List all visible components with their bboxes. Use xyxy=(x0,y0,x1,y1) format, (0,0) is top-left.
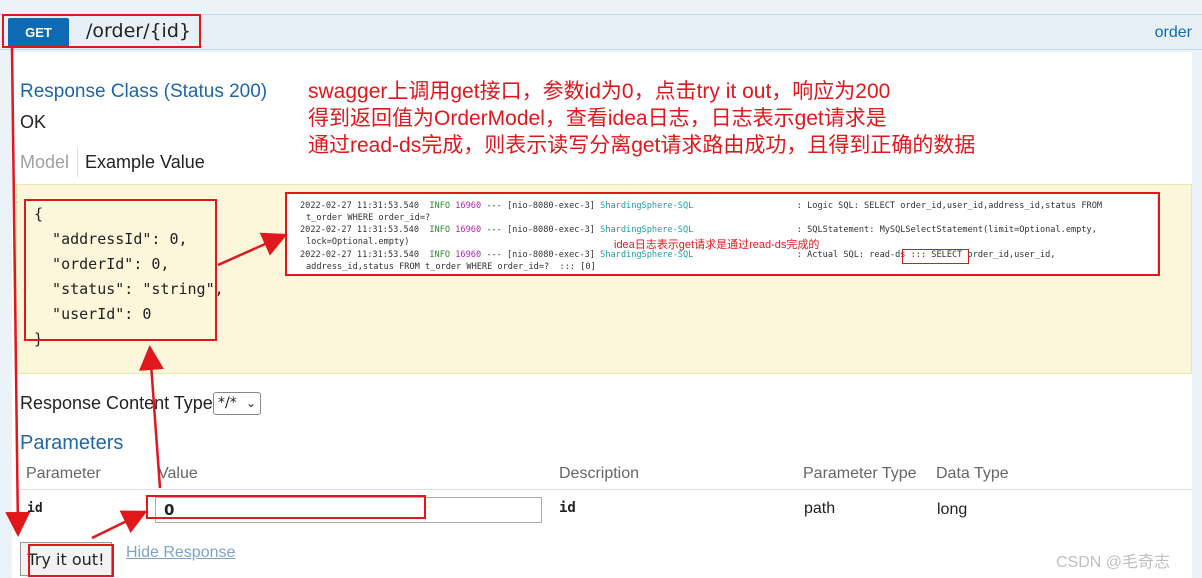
param-type: path xyxy=(804,500,836,517)
value-highlight-box xyxy=(146,495,426,519)
table-header-divider xyxy=(20,489,1192,490)
response-class-title: Response Class (Status 200) xyxy=(20,81,268,102)
tab-divider xyxy=(77,147,78,177)
tab-example-value[interactable]: Example Value xyxy=(85,152,205,173)
annotation-text: swagger上调用get接口，参数id为0，点击try it out，响应为2… xyxy=(308,78,975,159)
parameters-title: Parameters xyxy=(20,432,124,454)
param-name: id xyxy=(27,501,43,516)
chevron-down-icon: ⌄ xyxy=(245,396,256,410)
json-highlight-box xyxy=(24,199,217,341)
param-description: id xyxy=(559,500,576,516)
annotation-line: swagger上调用get接口，参数id为0，点击try it out，响应为2… xyxy=(308,80,891,103)
col-header-description: Description xyxy=(559,465,640,482)
try-highlight-box xyxy=(28,544,114,577)
col-header-parameter-type: Parameter Type xyxy=(803,465,917,482)
col-header-parameter: Parameter xyxy=(26,465,101,482)
annotation-line: 通过read-ds完成，则表示读写分离get请求路由成功，且得到正确的数据 xyxy=(308,134,976,157)
log-highlight-box xyxy=(285,192,1160,276)
watermark: CSDN @毛奇志 xyxy=(1056,554,1171,571)
col-header-data-type: Data Type xyxy=(936,465,1009,482)
tab-model[interactable]: Model xyxy=(20,152,69,173)
operation-tag-link[interactable]: order xyxy=(1155,24,1192,42)
hide-response-link[interactable]: Hide Response xyxy=(126,544,235,562)
col-header-value: Value xyxy=(158,465,198,482)
response-content-type-select[interactable]: */* ⌄ xyxy=(213,392,261,415)
content-type-value: */* xyxy=(218,395,237,411)
header-highlight-box xyxy=(2,14,201,48)
response-content-type-label: Response Content Type xyxy=(20,393,213,413)
annotation-line: 得到返回值为OrderModel，查看idea日志，日志表示get请求是 xyxy=(308,107,887,130)
response-status-text: OK xyxy=(20,112,47,132)
param-data-type: long xyxy=(937,501,968,518)
